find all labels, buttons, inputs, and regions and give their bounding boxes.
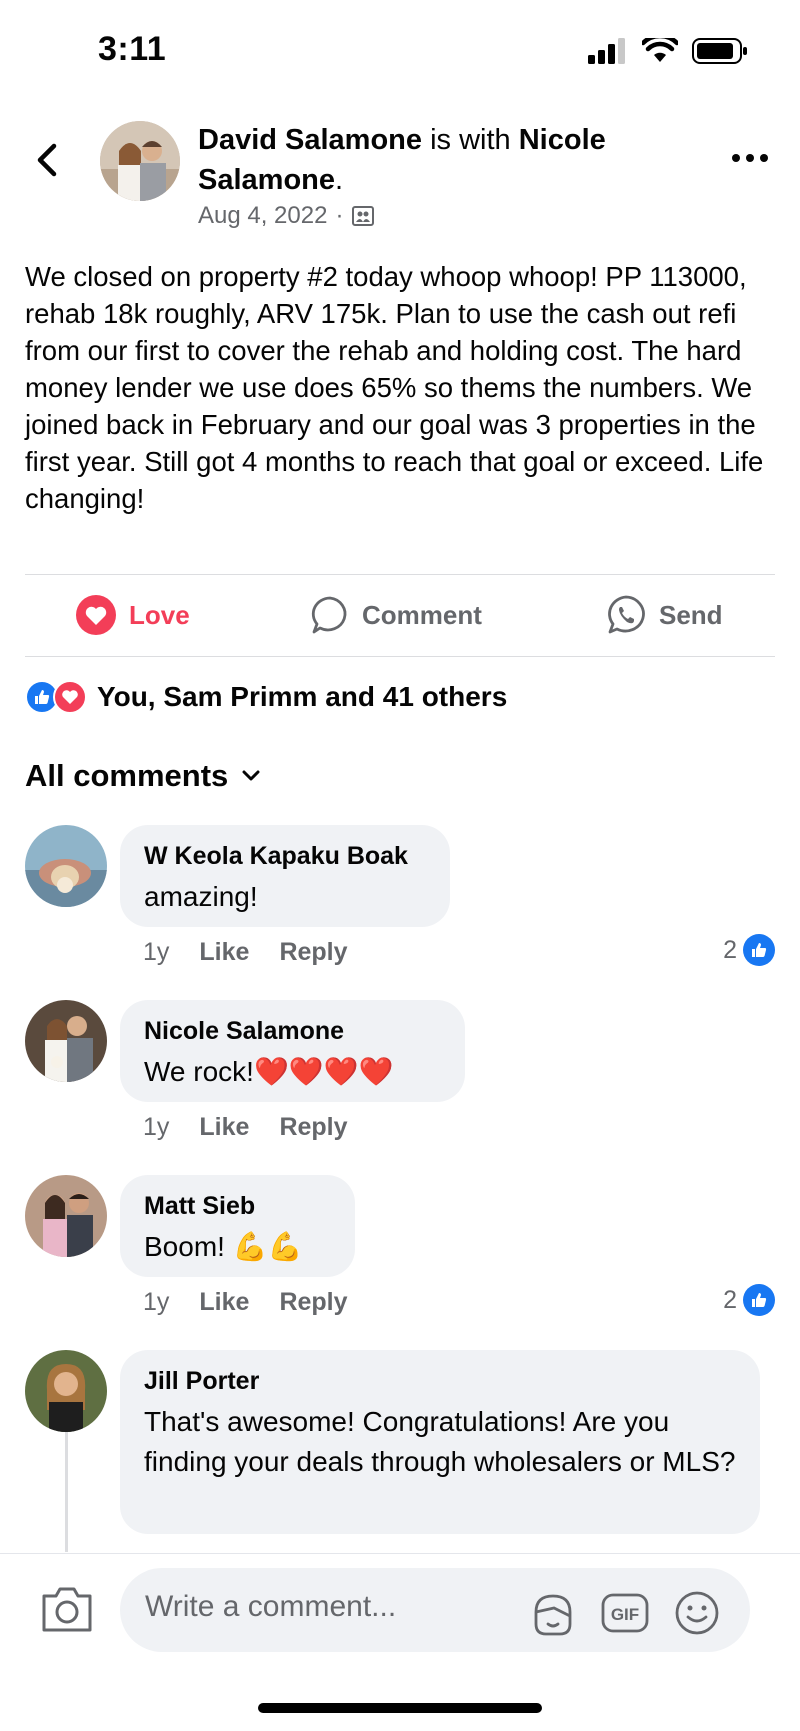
post-meta: Aug 4, 2022 ·	[198, 202, 375, 230]
comment-text: That's awesome! Congratulations! Are you…	[144, 1406, 736, 1477]
commenter-avatar[interactable]	[25, 1175, 107, 1257]
reactions-summary[interactable]: You, Sam Primm and 41 others	[25, 680, 507, 714]
battery-icon	[692, 38, 747, 64]
comment-text: amazing!	[144, 881, 258, 912]
comment-text: Boom! 💪💪	[144, 1231, 303, 1262]
comment-like-count[interactable]: 2	[723, 934, 775, 966]
like-count-value: 2	[723, 935, 737, 964]
avatar-sticker-icon[interactable]	[528, 1588, 578, 1638]
svg-text:GIF: GIF	[611, 1605, 639, 1624]
author-line-period: .	[335, 164, 344, 196]
like-count-value: 2	[723, 1285, 737, 1314]
comment-label: Comment	[362, 599, 482, 630]
comment-bubble[interactable]: Jill Porter That's awesome! Congratulati…	[120, 1350, 760, 1534]
comment-reply-button[interactable]: Reply	[279, 1288, 347, 1317]
comment-age: 1y	[143, 1113, 170, 1141]
comments-filter[interactable]: All comments	[25, 758, 262, 794]
group-privacy-icon	[352, 206, 375, 226]
commenter-name[interactable]: Nicole Salamone	[144, 1014, 441, 1048]
reactions-text: You, Sam Primm and 41 others	[97, 681, 508, 712]
home-indicator[interactable]	[258, 1703, 542, 1713]
send-button[interactable]: Send	[605, 585, 723, 645]
comment-reply-button[interactable]: Reply	[279, 938, 347, 967]
comment-text: We rock!❤️❤️❤️❤️	[144, 1056, 394, 1087]
comment-bubble[interactable]: W Keola Kapaku Boak amazing!	[120, 825, 450, 927]
like-count-icon	[743, 1284, 775, 1316]
more-options-icon[interactable]	[730, 148, 770, 168]
commenter-name[interactable]: W Keola Kapaku Boak	[144, 839, 426, 873]
comment-composer: Write a comment... GIF	[0, 1553, 800, 1663]
comment-icon	[311, 596, 347, 634]
status-icons	[588, 38, 748, 64]
post-date[interactable]: Aug 4, 2022	[198, 202, 327, 230]
comment-actions: 1y Like Reply	[143, 938, 348, 967]
camera-icon[interactable]	[40, 1584, 94, 1634]
comment-age: 1y	[143, 1288, 170, 1316]
with-text: is with	[430, 124, 511, 156]
like-count-icon	[743, 934, 775, 966]
comment-button[interactable]: Comment	[310, 585, 800, 645]
comment-reply-button[interactable]: Reply	[279, 1113, 347, 1142]
comment-input-placeholder: Write a comment...	[145, 1590, 397, 1623]
love-label: Love	[129, 599, 190, 630]
status-bar: 3:11	[0, 0, 800, 100]
love-react-icon	[76, 595, 116, 635]
emoji-icon[interactable]	[672, 1588, 722, 1638]
comment-actions: 1y Like Reply	[143, 1113, 348, 1142]
signal-icon	[588, 38, 625, 64]
comment-like-count[interactable]: 2	[723, 1284, 775, 1316]
action-bar: Love Comment Send	[0, 585, 800, 645]
send-label: Send	[659, 599, 723, 630]
comment-like-button[interactable]: Like	[199, 1113, 249, 1142]
messenger-icon	[608, 595, 645, 634]
comment-like-button[interactable]: Like	[199, 938, 249, 967]
love-reaction-icon	[53, 680, 87, 714]
commenter-avatar[interactable]	[25, 1350, 107, 1432]
author-name[interactable]: David Salamone	[198, 124, 422, 156]
comment-bubble[interactable]: Nicole Salamone We rock!❤️❤️❤️❤️	[120, 1000, 465, 1102]
commenter-name[interactable]: Jill Porter	[144, 1364, 736, 1398]
comment-age: 1y	[143, 938, 170, 966]
author-line: David Salamone is with Nicole Salamone.	[198, 120, 668, 200]
comments-filter-label: All comments	[25, 758, 229, 793]
reply-thread-line	[65, 1432, 68, 1552]
chevron-down-icon	[242, 770, 260, 781]
author-avatar[interactable]	[100, 121, 180, 201]
comment-actions: 1y Like Reply	[143, 1288, 348, 1317]
commenter-avatar[interactable]	[25, 825, 107, 907]
comment-like-button[interactable]: Like	[199, 1288, 249, 1317]
love-button[interactable]: Love	[75, 585, 190, 645]
divider-bottom	[25, 656, 775, 657]
commenter-avatar[interactable]	[25, 1000, 107, 1082]
post-body: We closed on property #2 today whoop who…	[25, 261, 764, 514]
back-icon[interactable]	[28, 140, 68, 180]
comment-bubble[interactable]: Matt Sieb Boom! 💪💪	[120, 1175, 355, 1277]
reaction-icons	[25, 680, 87, 714]
wifi-icon	[642, 38, 678, 62]
gif-icon[interactable]: GIF	[600, 1588, 650, 1638]
commenter-name[interactable]: Matt Sieb	[144, 1189, 331, 1223]
status-time: 3:11	[98, 30, 167, 68]
comment-input[interactable]: Write a comment... GIF	[120, 1568, 750, 1652]
divider-top	[25, 574, 775, 575]
post-header: David Salamone is with Nicole Salamone. …	[0, 118, 800, 238]
meta-separator: ·	[335, 202, 344, 229]
